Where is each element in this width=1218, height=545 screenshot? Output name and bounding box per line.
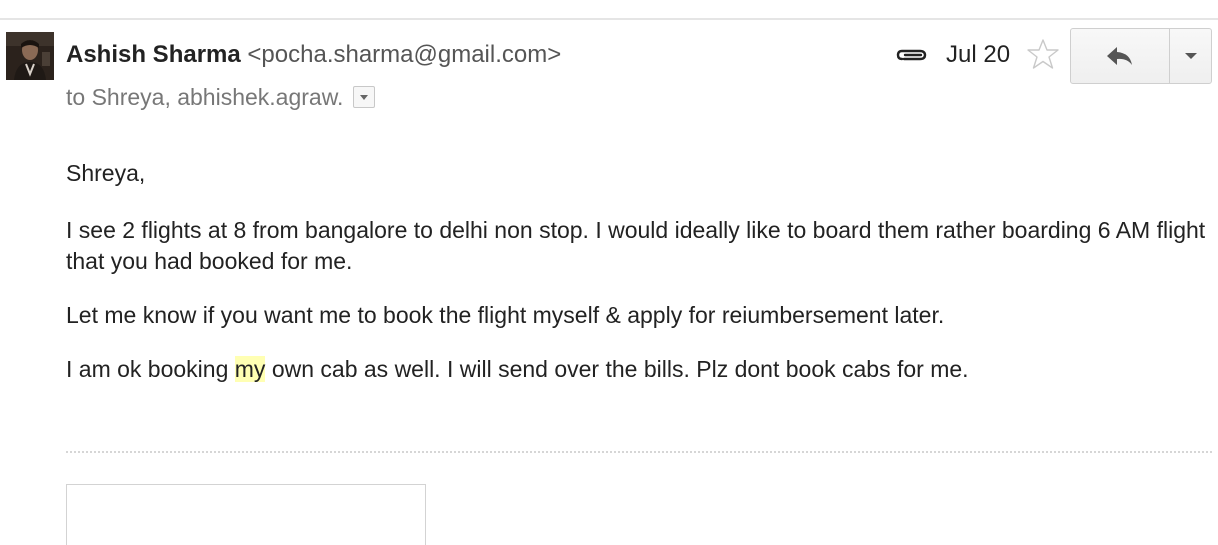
paperclip-icon [896,49,927,61]
recipients-text: to Shreya, abhishek.agraw. [66,84,344,110]
sender-name[interactable]: Ashish Sharma [66,41,241,68]
reply-divider [66,451,1212,453]
recipients-line: to Shreya, abhishek.agraw. [66,83,376,111]
details-dropdown-icon [360,95,369,100]
body-paragraph-3: I am ok booking my own cab as well. I wi… [66,353,1206,385]
sender-email: <pocha.sharma@gmail.com> [247,41,562,68]
message-date: Jul 20 [946,41,1011,68]
avatar-photo [6,32,54,80]
top-divider [0,18,1218,20]
body-paragraph-2: Let me know if you want me to book the f… [66,302,945,328]
star-icon[interactable] [1026,37,1060,71]
search-highlight: my [234,356,266,382]
sender-avatar[interactable] [6,32,54,80]
body-paragraph-1: I see 2 flights at 8 from bangalore to d… [66,217,1206,274]
sender-line: Ashish Sharma <pocha.sharma@gmail.com> [66,40,561,70]
more-options-button[interactable] [1170,29,1211,83]
dropdown-triangle-icon [1184,53,1197,59]
body-paragraph-3-end: own cab as well. I will send over the bi… [265,356,969,382]
message-body: Shreya, I see 2 flights at 8 from bangal… [66,157,1206,385]
reply-arrow-icon [1107,47,1132,65]
reply-button[interactable] [1071,29,1170,83]
reply-input-box[interactable] [66,484,426,545]
reply-button-group [1070,28,1212,84]
show-details-button[interactable] [353,86,376,108]
body-paragraph-3-start: I am ok booking [66,356,235,382]
greeting: Shreya, [66,160,146,186]
